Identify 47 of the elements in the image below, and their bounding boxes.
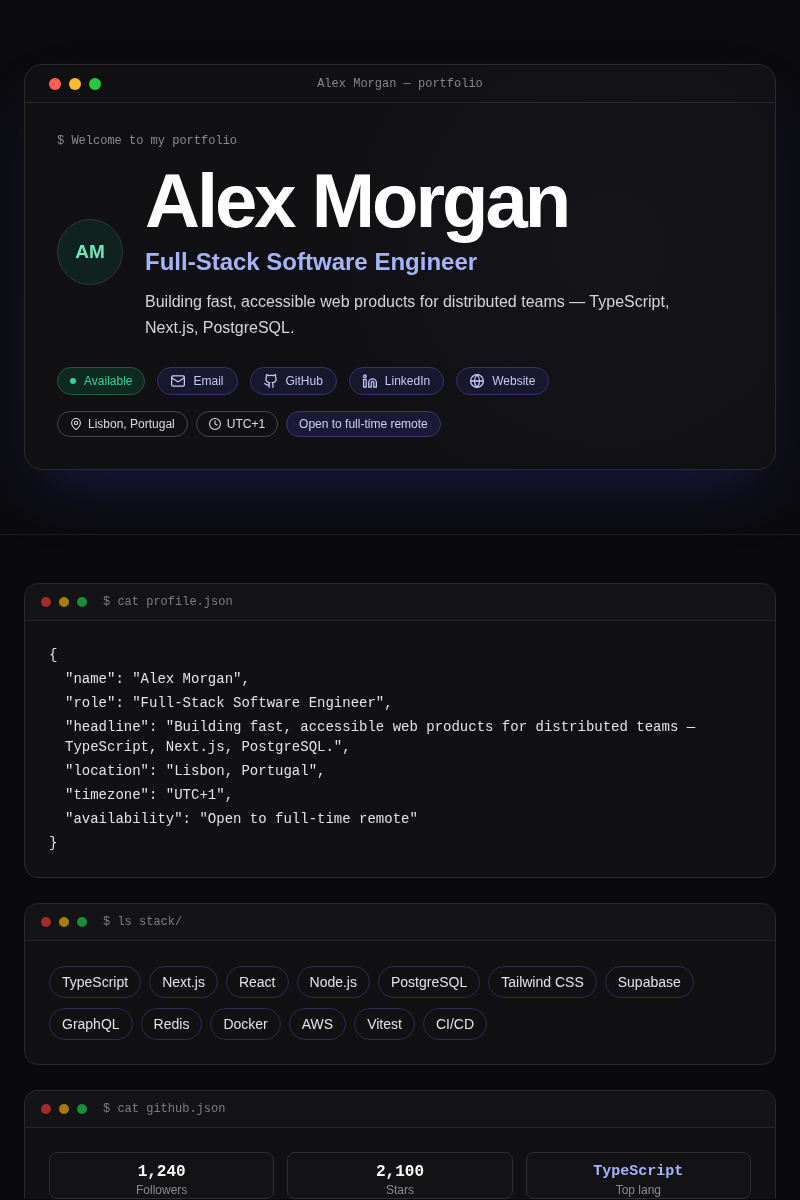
avatar: AM bbox=[57, 218, 123, 285]
code-line: "availability": "Open to full-time remote" bbox=[65, 810, 418, 829]
stat-label: Top lang bbox=[615, 1183, 661, 1197]
window-title: Alex Morgan — portfolio bbox=[317, 76, 483, 91]
status-dot-icon bbox=[70, 378, 76, 384]
window-close-icon[interactable] bbox=[41, 597, 51, 607]
globe-icon bbox=[470, 374, 485, 388]
terminal-command: $ cat profile.json bbox=[103, 595, 233, 609]
window-close-icon[interactable] bbox=[41, 917, 51, 927]
contact-link[interactable]: Email bbox=[157, 367, 238, 395]
terminal-command: $ ls stack/ bbox=[103, 915, 183, 929]
stat-value: 2,100 bbox=[376, 1162, 424, 1182]
window-maximize-icon[interactable] bbox=[77, 917, 87, 927]
mail-icon bbox=[171, 374, 186, 388]
stat-value: 1,240 bbox=[137, 1162, 186, 1182]
code-line: "name": "Alex Morgan", bbox=[65, 670, 250, 689]
terminal-command: $ cat github.json bbox=[103, 1102, 226, 1116]
window-minimize-icon[interactable] bbox=[59, 597, 69, 607]
window-maximize-icon[interactable] bbox=[77, 597, 87, 607]
profile-headline: Building fast, accessible web products for distributed teams — TypeScript, Next.js, PostgreSQL. bbox=[145, 292, 671, 338]
window-maximize-icon[interactable] bbox=[89, 77, 101, 90]
code-line: "timezone": "UTC+1", bbox=[65, 786, 234, 805]
github-icon bbox=[263, 374, 278, 388]
code-line: "headline": "Building fast, accessible web products for distributed teams — TypeScript, Next.js, PostgreSQL.", bbox=[65, 718, 697, 757]
contact-link[interactable]: LinkedIn bbox=[348, 367, 445, 395]
contact-link[interactable]: Website bbox=[456, 367, 550, 395]
window-close-icon[interactable] bbox=[49, 77, 61, 90]
contact-link[interactable]: GitHub bbox=[249, 367, 337, 395]
availability-tag: Open to full-time remote bbox=[286, 411, 441, 437]
window-close-icon[interactable] bbox=[41, 1104, 51, 1114]
clock-icon bbox=[208, 418, 221, 430]
code-line: "location": "Lisbon, Portugal", bbox=[65, 762, 326, 781]
profile-role: Full-Stack Software Engineer bbox=[145, 248, 478, 276]
code-line: "role": "Full-Stack Software Engineer", bbox=[65, 694, 393, 713]
code-line: { bbox=[49, 646, 58, 665]
stat-value: TypeScript bbox=[593, 1162, 684, 1182]
welcome-prompt: $ Welcome to my portfolio bbox=[57, 134, 238, 148]
availability-badge: Available bbox=[57, 367, 146, 395]
linkedin-icon bbox=[362, 374, 377, 388]
window-minimize-icon[interactable] bbox=[59, 917, 69, 927]
code-line: } bbox=[49, 834, 58, 853]
stat-label: Stars bbox=[386, 1183, 414, 1197]
window-minimize-icon[interactable] bbox=[69, 77, 81, 90]
stat-label: Followers bbox=[136, 1183, 188, 1197]
map-pin-icon bbox=[70, 418, 82, 430]
window-maximize-icon[interactable] bbox=[77, 1104, 87, 1114]
window-minimize-icon[interactable] bbox=[59, 1104, 69, 1114]
